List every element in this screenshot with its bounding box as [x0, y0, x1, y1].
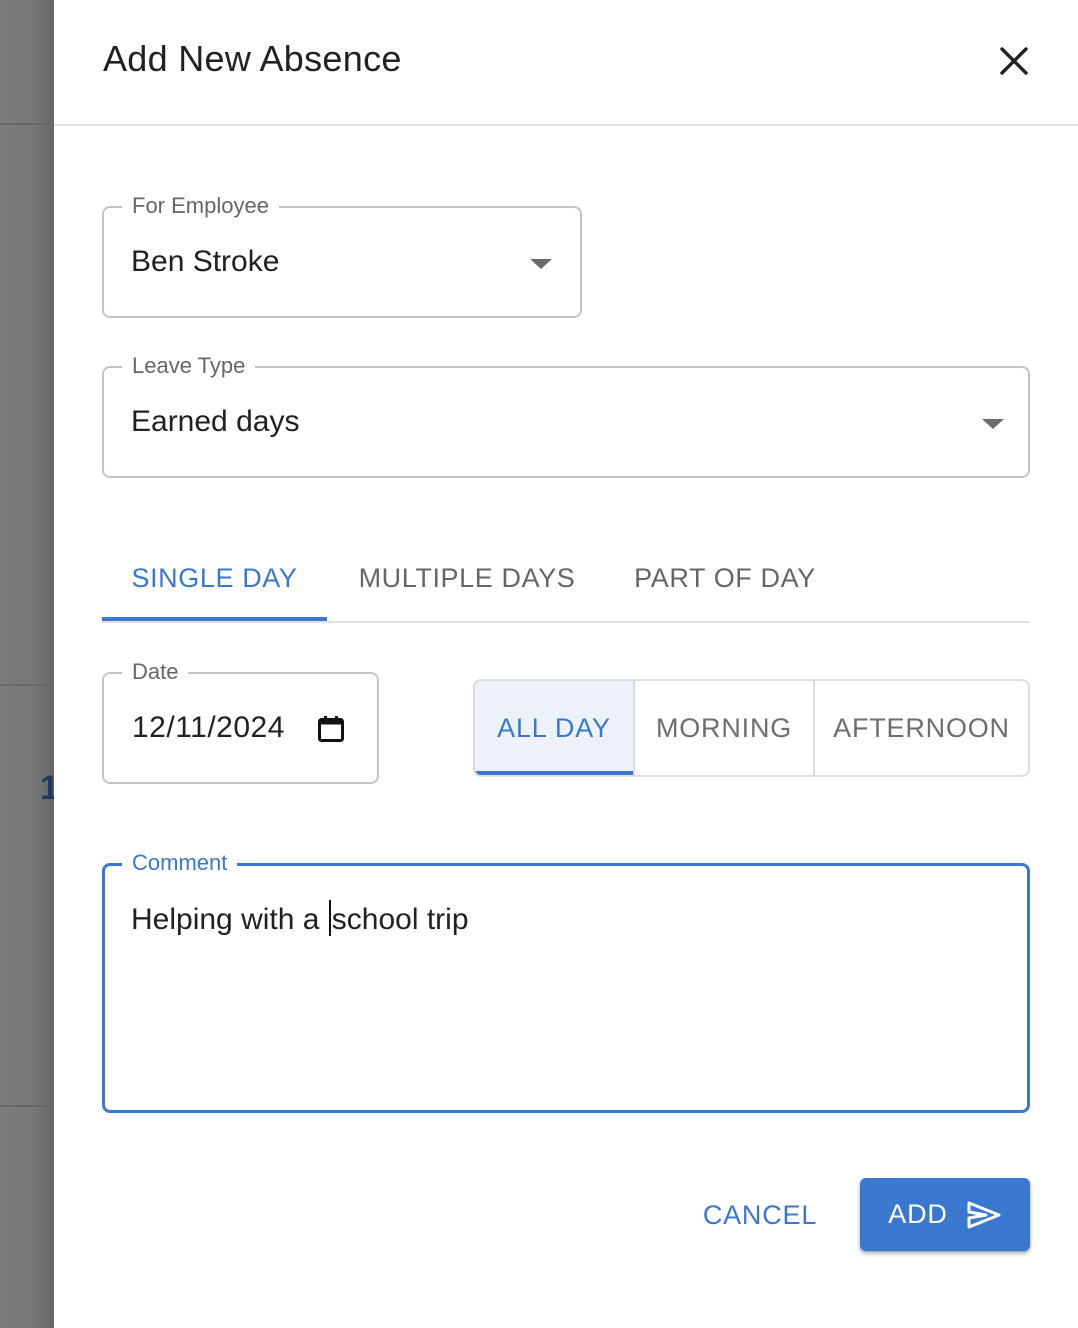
- leave-type-select[interactable]: Leave Type Earned days: [102, 352, 1030, 478]
- background-divider: [0, 123, 54, 125]
- date-input-value: 12/11/2024: [132, 711, 285, 744]
- toggle-afternoon[interactable]: AFTERNOON: [815, 681, 1028, 775]
- background-divider: [0, 1105, 54, 1107]
- day-portion-toggle-group: ALL DAY MORNING AFTERNOON: [473, 679, 1030, 777]
- employee-select[interactable]: For Employee Ben Stroke: [102, 192, 582, 318]
- add-absence-dialog: Add New Absence For Employee Ben Stroke …: [54, 0, 1078, 1328]
- send-icon: [967, 1201, 1001, 1228]
- close-button[interactable]: [990, 40, 1038, 82]
- duration-tabs: SINGLE DAY MULTIPLE DAYS PART OF DAY: [102, 536, 1030, 623]
- comment-textarea[interactable]: Comment Helping with a school trip: [102, 849, 1030, 1113]
- active-tab-indicator: [102, 617, 327, 621]
- dialog-header: Add New Absence: [54, 0, 1078, 126]
- comment-text-before-cursor: Helping with a: [131, 903, 328, 936]
- date-input[interactable]: Date 12/11/2024: [102, 658, 379, 784]
- background-partial-text: 1: [40, 769, 54, 807]
- dropdown-arrow-icon: [982, 419, 1004, 429]
- text-cursor: [328, 900, 331, 936]
- toggle-all-day[interactable]: ALL DAY: [475, 681, 635, 775]
- comment-textarea-value: Helping with a school trip: [131, 900, 469, 940]
- close-icon: [1000, 47, 1028, 75]
- leave-type-select-label: Leave Type: [122, 352, 256, 380]
- dropdown-arrow-icon: [530, 259, 552, 269]
- employee-select-label: For Employee: [122, 192, 279, 220]
- comment-text-after-cursor: school trip: [331, 903, 469, 936]
- calendar-icon[interactable]: [317, 715, 345, 748]
- dialog-title: Add New Absence: [103, 38, 402, 79]
- add-button-label: ADD: [888, 1199, 948, 1229]
- tab-multiple-days[interactable]: MULTIPLE DAYS: [327, 536, 607, 621]
- toggle-morning[interactable]: MORNING: [635, 681, 815, 775]
- employee-select-value: Ben Stroke: [131, 245, 280, 278]
- tab-single-day[interactable]: SINGLE DAY: [102, 536, 327, 621]
- add-button[interactable]: ADD: [860, 1178, 1030, 1251]
- tab-part-of-day[interactable]: PART OF DAY: [607, 536, 843, 621]
- leave-type-select-value: Earned days: [131, 405, 300, 438]
- background-page-overlay[interactable]: 1: [0, 0, 54, 1328]
- comment-textarea-label: Comment: [122, 849, 238, 877]
- background-divider: [0, 684, 54, 686]
- date-input-label: Date: [122, 658, 189, 686]
- cancel-button[interactable]: CANCEL: [690, 1182, 830, 1248]
